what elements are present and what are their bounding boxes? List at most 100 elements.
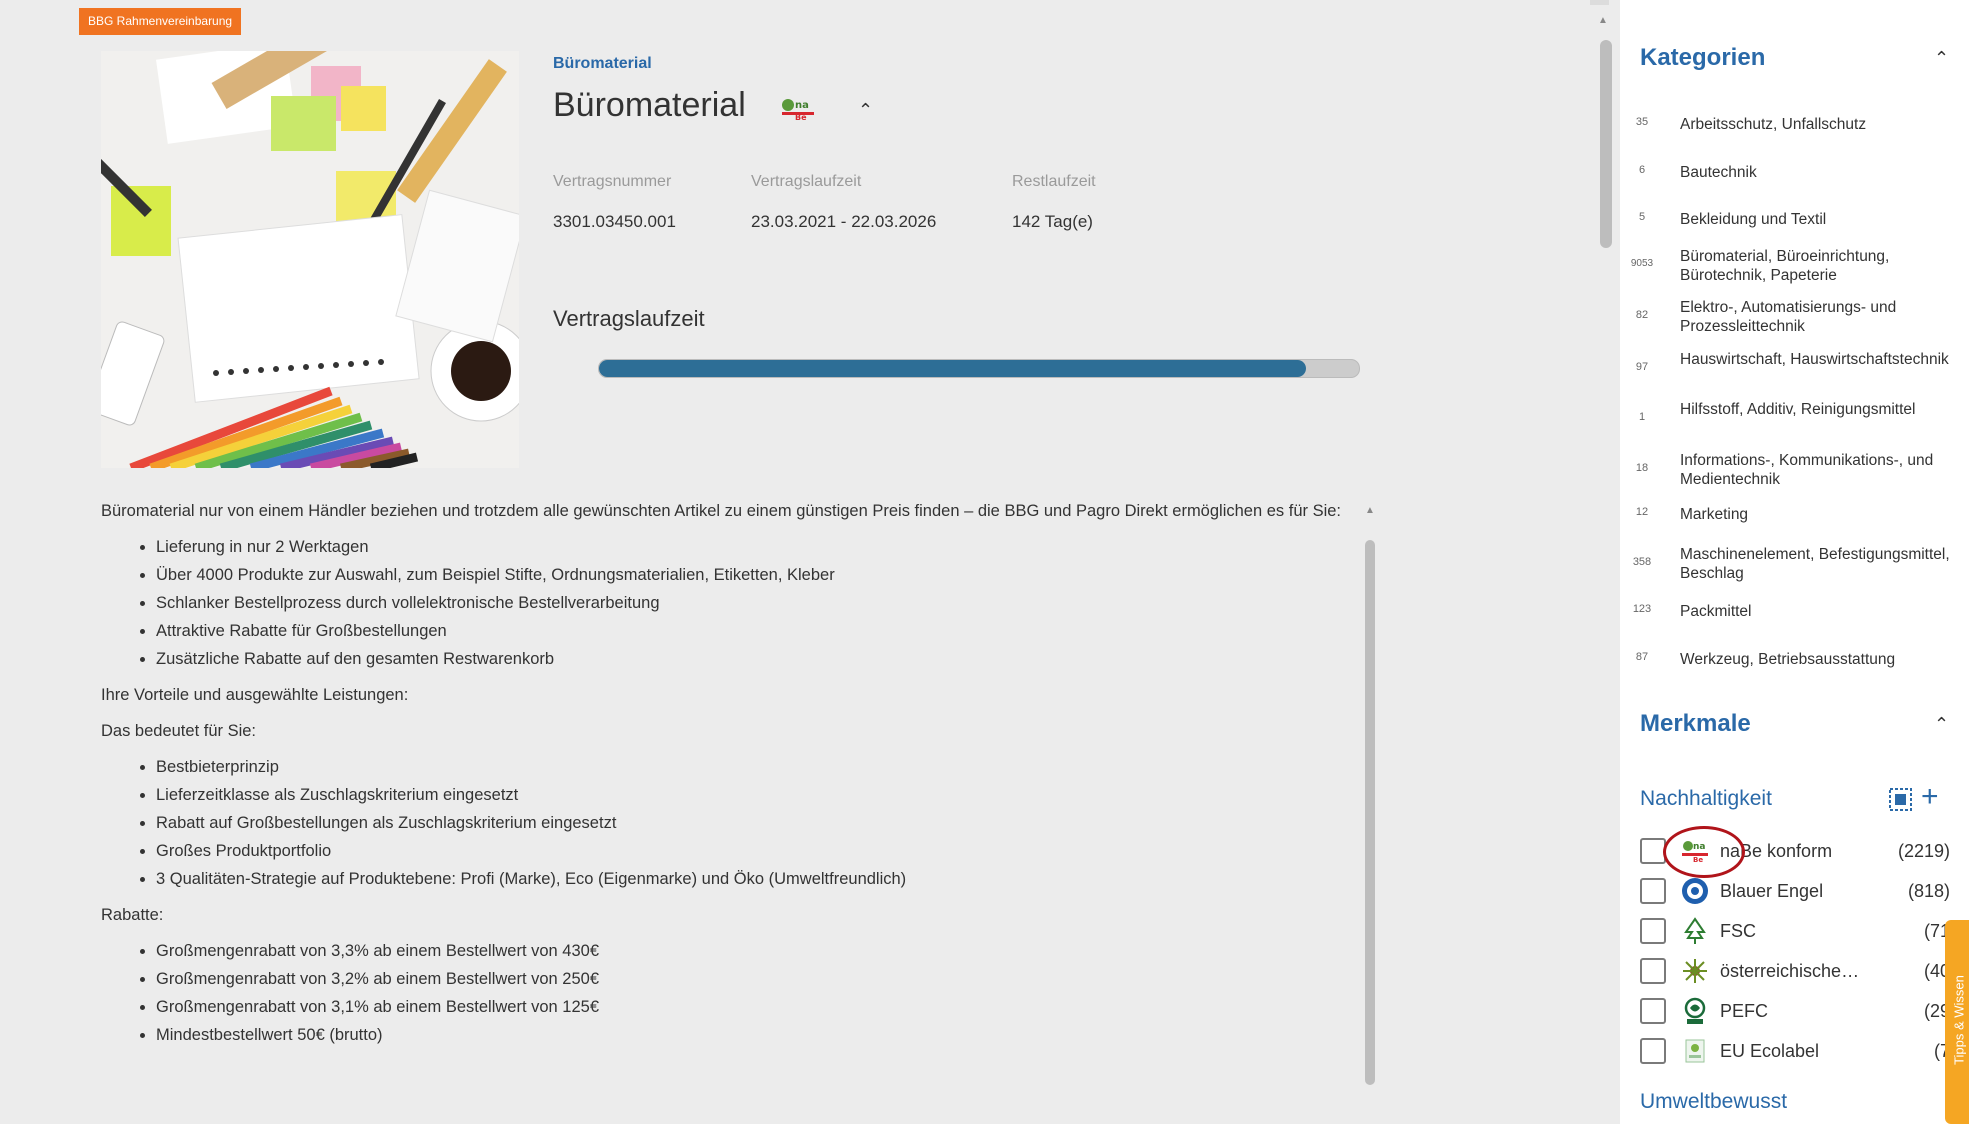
checkbox[interactable] bbox=[1640, 1038, 1666, 1064]
filter-option-eu-ecolabel[interactable]: EU Ecolabel (7 bbox=[1640, 1034, 1969, 1070]
nachhaltigkeit-label[interactable]: Nachhaltigkeit bbox=[1640, 787, 1772, 811]
checkbox[interactable] bbox=[1640, 878, 1666, 904]
filter-option-label: Blauer Engel bbox=[1720, 881, 1824, 901]
category-label: Arbeitsschutz, Unfallschutz bbox=[1680, 116, 1867, 133]
checkbox[interactable] bbox=[1640, 958, 1666, 984]
criteria-list: Bestbieterprinzip Lieferzeitklasse als Z… bbox=[101, 756, 1361, 890]
category-count: 6 bbox=[1638, 164, 1646, 176]
eu-ecolabel-icon bbox=[1680, 1036, 1710, 1066]
category-count: 35 bbox=[1635, 116, 1649, 128]
kategorien-heading: Kategorien bbox=[1640, 44, 1766, 71]
benefits-list: Lieferung in nur 2 Werktagen Über 4000 P… bbox=[101, 536, 1361, 670]
filter-option-label: EU Ecolabel bbox=[1720, 1041, 1820, 1061]
category-item[interactable]: 1 Hilfsstoff, Additiv, Reinigungsmittel bbox=[1620, 398, 1969, 442]
list-item: Großmengenrabatt von 3,3% ab einem Beste… bbox=[156, 940, 1361, 962]
kategorien-collapse-chevron-icon[interactable]: ⌃ bbox=[1934, 48, 1949, 69]
checkbox[interactable] bbox=[1640, 918, 1666, 944]
list-item: Schlanker Bestellprozess durch vollelekt… bbox=[156, 592, 1361, 614]
tipps-wissen-tab[interactable]: Tipps & Wissen bbox=[1945, 920, 1969, 1124]
fsc-tree-icon bbox=[1680, 916, 1710, 946]
list-item: Rabatt auf Großbestellungen als Zuschlag… bbox=[156, 812, 1361, 834]
remaining-time-value: 142 Tag(e) bbox=[1012, 212, 1093, 231]
pefc-icon bbox=[1680, 996, 1710, 1026]
category-label: Maschinenelement, Befestigungsmittel, Be… bbox=[1680, 546, 1950, 582]
rahmenvereinbarung-badge: BBG Rahmenvereinbarung bbox=[79, 8, 242, 35]
meta-label-vertragslaufzeit: Vertragslaufzeit bbox=[751, 173, 862, 190]
category-label: Bautechnik bbox=[1680, 164, 1757, 181]
category-item[interactable]: 6 Bautechnik bbox=[1620, 161, 1969, 185]
category-item[interactable]: 18 Informations-, Kommunikations-, und M… bbox=[1620, 449, 1969, 493]
category-item[interactable]: 12 Marketing bbox=[1620, 503, 1969, 527]
merkmale-heading: Merkmale bbox=[1640, 710, 1751, 737]
category-count: 123 bbox=[1632, 603, 1652, 615]
office-supplies-image bbox=[101, 51, 519, 468]
filter-option-count: (818) bbox=[1907, 881, 1950, 901]
merkmale-collapse-chevron-icon[interactable]: ⌃ bbox=[1934, 714, 1949, 735]
collapse-chevron-up-icon[interactable]: ⌃ bbox=[858, 100, 873, 121]
category-item[interactable]: 5 Bekleidung und Textil bbox=[1620, 208, 1969, 232]
category-count: 9053 bbox=[1630, 258, 1654, 269]
category-count: 5 bbox=[1638, 211, 1646, 223]
category-item[interactable]: 123 Packmittel bbox=[1620, 600, 1969, 624]
category-count: 1 bbox=[1638, 411, 1646, 423]
category-link[interactable]: Büromaterial bbox=[553, 55, 652, 73]
filter-option-count: (40 bbox=[1923, 961, 1950, 981]
meta-label-vertragsnummer: Vertragsnummer bbox=[553, 173, 672, 190]
expand-plus-icon[interactable]: + bbox=[1921, 780, 1939, 814]
category-label: Packmittel bbox=[1680, 603, 1752, 620]
category-label: Bekleidung und Textil bbox=[1680, 211, 1827, 228]
select-all-grid-icon[interactable] bbox=[1889, 788, 1912, 811]
svg-text:Be: Be bbox=[795, 113, 807, 121]
category-item[interactable]: 82 Elektro-, Automatisierungs- und Proze… bbox=[1620, 296, 1969, 340]
category-item[interactable]: 9053 Büromaterial, Büroeinrichtung, Büro… bbox=[1620, 245, 1969, 289]
filter-option-austrian-ecolabel[interactable]: österreichisches... (40 bbox=[1640, 954, 1969, 990]
page-scrollbar[interactable] bbox=[1600, 40, 1612, 248]
category-item[interactable]: 358 Maschinenelement, Befestigungsmittel… bbox=[1620, 543, 1969, 587]
checkbox[interactable] bbox=[1640, 998, 1666, 1024]
list-item: Lieferzeitklasse als Zuschlagskriterium … bbox=[156, 784, 1361, 806]
austrian-ecolabel-icon bbox=[1680, 956, 1710, 986]
list-item: 3 Qualitäten-Strategie auf Produktebene:… bbox=[156, 868, 1361, 890]
umweltbewusst-label[interactable]: Umweltbewusst bbox=[1640, 1090, 1787, 1114]
vorteile-text: Ihre Vorteile und ausgewählte Leistungen… bbox=[101, 686, 409, 704]
category-item[interactable]: 87 Werkzeug, Betriebsausstattung bbox=[1620, 648, 1969, 672]
filter-option-count: (71 bbox=[1923, 921, 1950, 941]
category-count: 358 bbox=[1632, 556, 1652, 568]
highlight-circle bbox=[1663, 826, 1745, 878]
filter-sidebar: Kategorien ⌃ 35 Arbeitsschutz, Unfallsch… bbox=[1620, 0, 1969, 1124]
page-scroll-up-icon[interactable]: ▲ bbox=[1598, 15, 1608, 26]
blauer-engel-icon bbox=[1680, 876, 1710, 906]
filter-option-blauer-engel[interactable]: Blauer Engel (818) bbox=[1640, 874, 1969, 910]
list-item: Lieferung in nur 2 Werktagen bbox=[156, 536, 1361, 558]
description-scrollbar[interactable] bbox=[1365, 540, 1375, 1085]
category-count: 82 bbox=[1635, 309, 1649, 321]
list-item: Über 4000 Produkte zur Auswahl, zum Beis… bbox=[156, 564, 1361, 586]
main-content: BBG Rahmenvereinbarung Büromaterial Büro… bbox=[0, 0, 1590, 1124]
list-item: Großmengenrabatt von 3,1% ab einem Beste… bbox=[156, 996, 1361, 1018]
filter-option-pefc[interactable]: PEFC (29 bbox=[1640, 994, 1969, 1030]
category-label: Werkzeug, Betriebsausstattung bbox=[1680, 651, 1896, 668]
filter-option-label: FSC bbox=[1720, 921, 1756, 941]
filter-option-label: österreichisches... bbox=[1720, 961, 1865, 981]
contract-progress-bar bbox=[598, 359, 1360, 378]
contract-progress-fill bbox=[599, 360, 1306, 377]
category-count: 12 bbox=[1635, 506, 1649, 518]
category-count: 18 bbox=[1635, 462, 1649, 474]
contract-number-value: 3301.03450.001 bbox=[553, 212, 676, 231]
description-intro: Büromaterial nur von einem Händler bezie… bbox=[101, 502, 1342, 520]
list-item: Großmengenrabatt von 3,2% ab einem Beste… bbox=[156, 968, 1361, 990]
contract-period-value: 23.03.2021 - 22.03.2026 bbox=[751, 212, 937, 231]
bedeutet-text: Das bedeutet für Sie: bbox=[101, 722, 257, 740]
list-item: Großes Produktportfolio bbox=[156, 840, 1361, 862]
category-count: 87 bbox=[1635, 651, 1649, 663]
filter-option-count: (2219) bbox=[1897, 841, 1950, 861]
category-label: Hauswirtschaft, Hauswirtschaftstechnik bbox=[1680, 351, 1949, 368]
description-scroll-up-icon[interactable]: ▲ bbox=[1365, 505, 1375, 516]
category-item[interactable]: 97 Hauswirtschaft, Hauswirtschaftstechni… bbox=[1620, 348, 1969, 392]
nabe-logo-icon: na Be bbox=[780, 97, 816, 126]
category-item[interactable]: 35 Arbeitsschutz, Unfallschutz bbox=[1620, 113, 1969, 137]
filter-option-fsc[interactable]: FSC (71 bbox=[1640, 914, 1969, 950]
filter-option-count: (7 bbox=[1933, 1041, 1950, 1061]
laufzeit-heading: Vertragslaufzeit bbox=[553, 306, 705, 331]
rabatte-heading: Rabatte: bbox=[101, 906, 164, 924]
